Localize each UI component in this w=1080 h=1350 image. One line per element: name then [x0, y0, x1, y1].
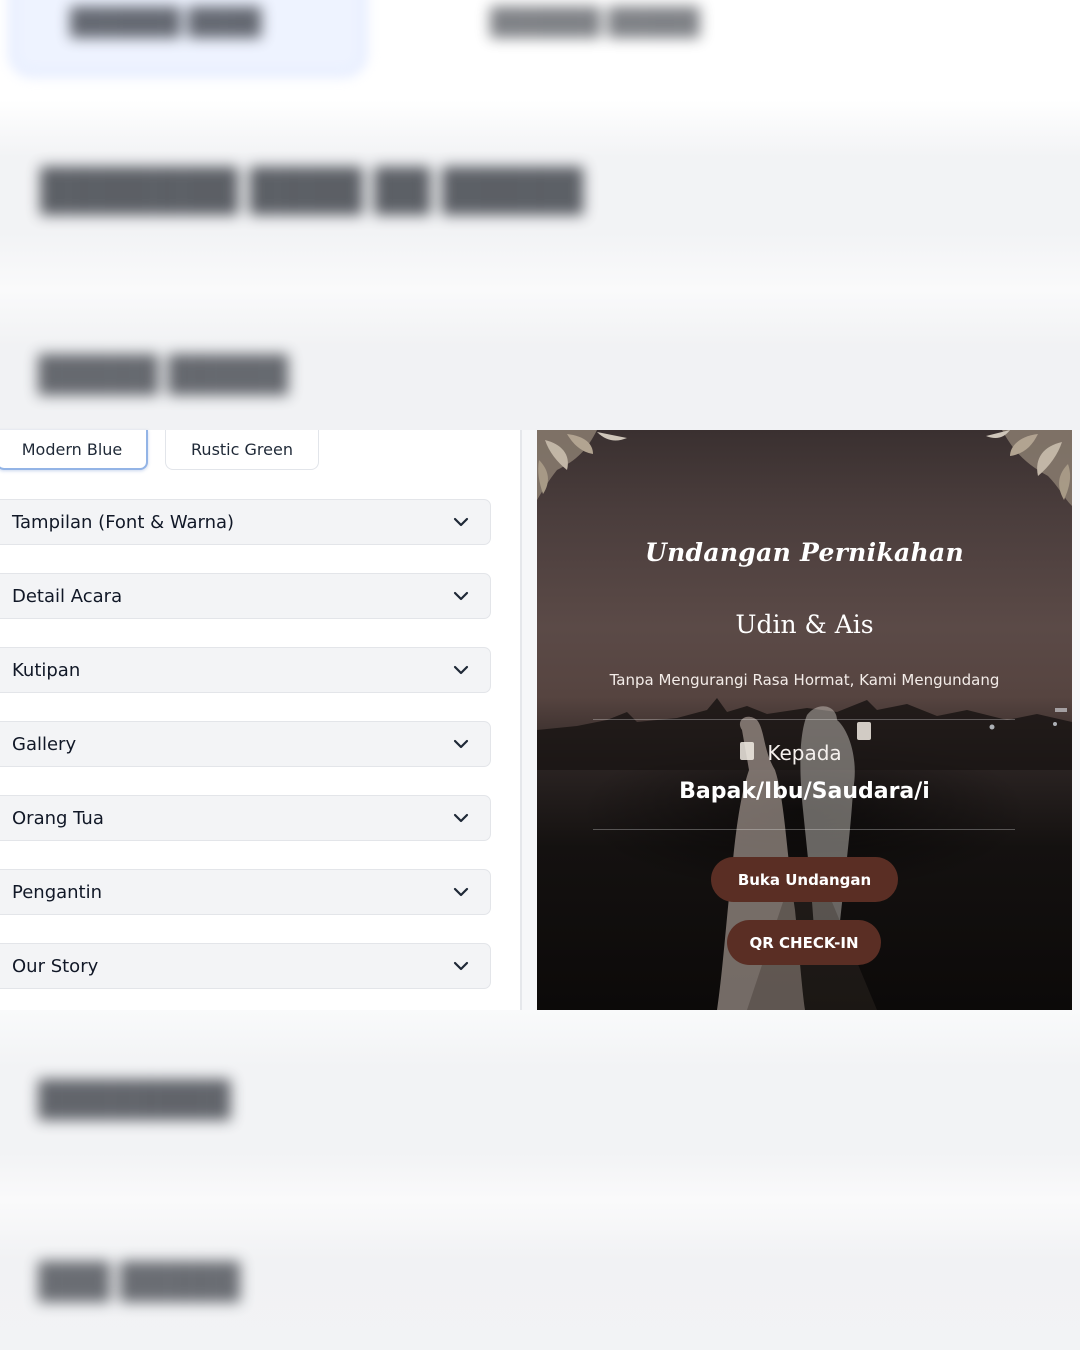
accordion-label: Kutipan — [12, 659, 81, 681]
qr-checkin-button[interactable]: QR CHECK-IN — [727, 920, 881, 965]
blurred-lower-heading: ████████ — [38, 1080, 231, 1118]
guest-name: Bapak/Ibu/Saudara/i — [679, 779, 930, 804]
invitation-subtitle: Tanpa Mengurangi Rasa Hormat, Kami Mengu… — [609, 671, 1000, 689]
blurred-section-heading: ███████ ████ ██ █████ — [40, 168, 584, 212]
accordion-label: Orang Tua — [12, 807, 104, 829]
accordion-label: Detail Acara — [12, 585, 123, 607]
blurred-subheading: █████ █████ — [38, 355, 289, 393]
chevron-down-icon — [453, 961, 469, 971]
chevron-down-icon — [453, 813, 469, 823]
divider-top — [593, 719, 1015, 720]
accordion-label: Gallery — [12, 733, 77, 755]
divider-bottom — [593, 829, 1015, 830]
accordion-label: Pengantin — [12, 881, 103, 903]
theme-modern-blue-button[interactable]: Modern Blue — [0, 430, 148, 470]
theme-rustic-green-button[interactable]: Rustic Green — [165, 430, 319, 470]
accordion-label: Our Story — [12, 955, 99, 977]
blurred-tab-2-label: ██████ █████ — [490, 6, 700, 36]
accordion-pengantin[interactable]: Pengantin — [0, 869, 491, 915]
to-label: Kepada — [767, 741, 842, 765]
accordion-kutipan[interactable]: Kutipan — [0, 647, 491, 693]
chevron-down-icon — [453, 739, 469, 749]
accordion-tampilan[interactable]: Tampilan (Font & Warna) — [0, 499, 491, 545]
chevron-down-icon — [453, 665, 469, 675]
accordion-label: Tampilan (Font & Warna) — [12, 511, 235, 533]
accordion-detail-acara[interactable]: Detail Acara — [0, 573, 491, 619]
invitation-preview: Undangan Pernikahan Udin & Ais Tanpa Men… — [537, 430, 1072, 1010]
blurred-bottom-heading: ███ █████ — [38, 1262, 241, 1300]
chevron-down-icon — [453, 887, 469, 897]
chevron-down-icon — [453, 517, 469, 527]
blurred-tab-1-label: ██████ ████ — [70, 6, 262, 36]
chevron-down-icon — [453, 591, 469, 601]
accordion-our-story[interactable]: Our Story — [0, 943, 491, 989]
open-invitation-button[interactable]: Buka Undangan — [711, 857, 898, 902]
accordion-gallery[interactable]: Gallery — [0, 721, 491, 767]
couple-names: Udin & Ais — [735, 610, 874, 639]
accordion-orang-tua[interactable]: Orang Tua — [0, 795, 491, 841]
invitation-title: Undangan Pernikahan — [644, 538, 965, 567]
